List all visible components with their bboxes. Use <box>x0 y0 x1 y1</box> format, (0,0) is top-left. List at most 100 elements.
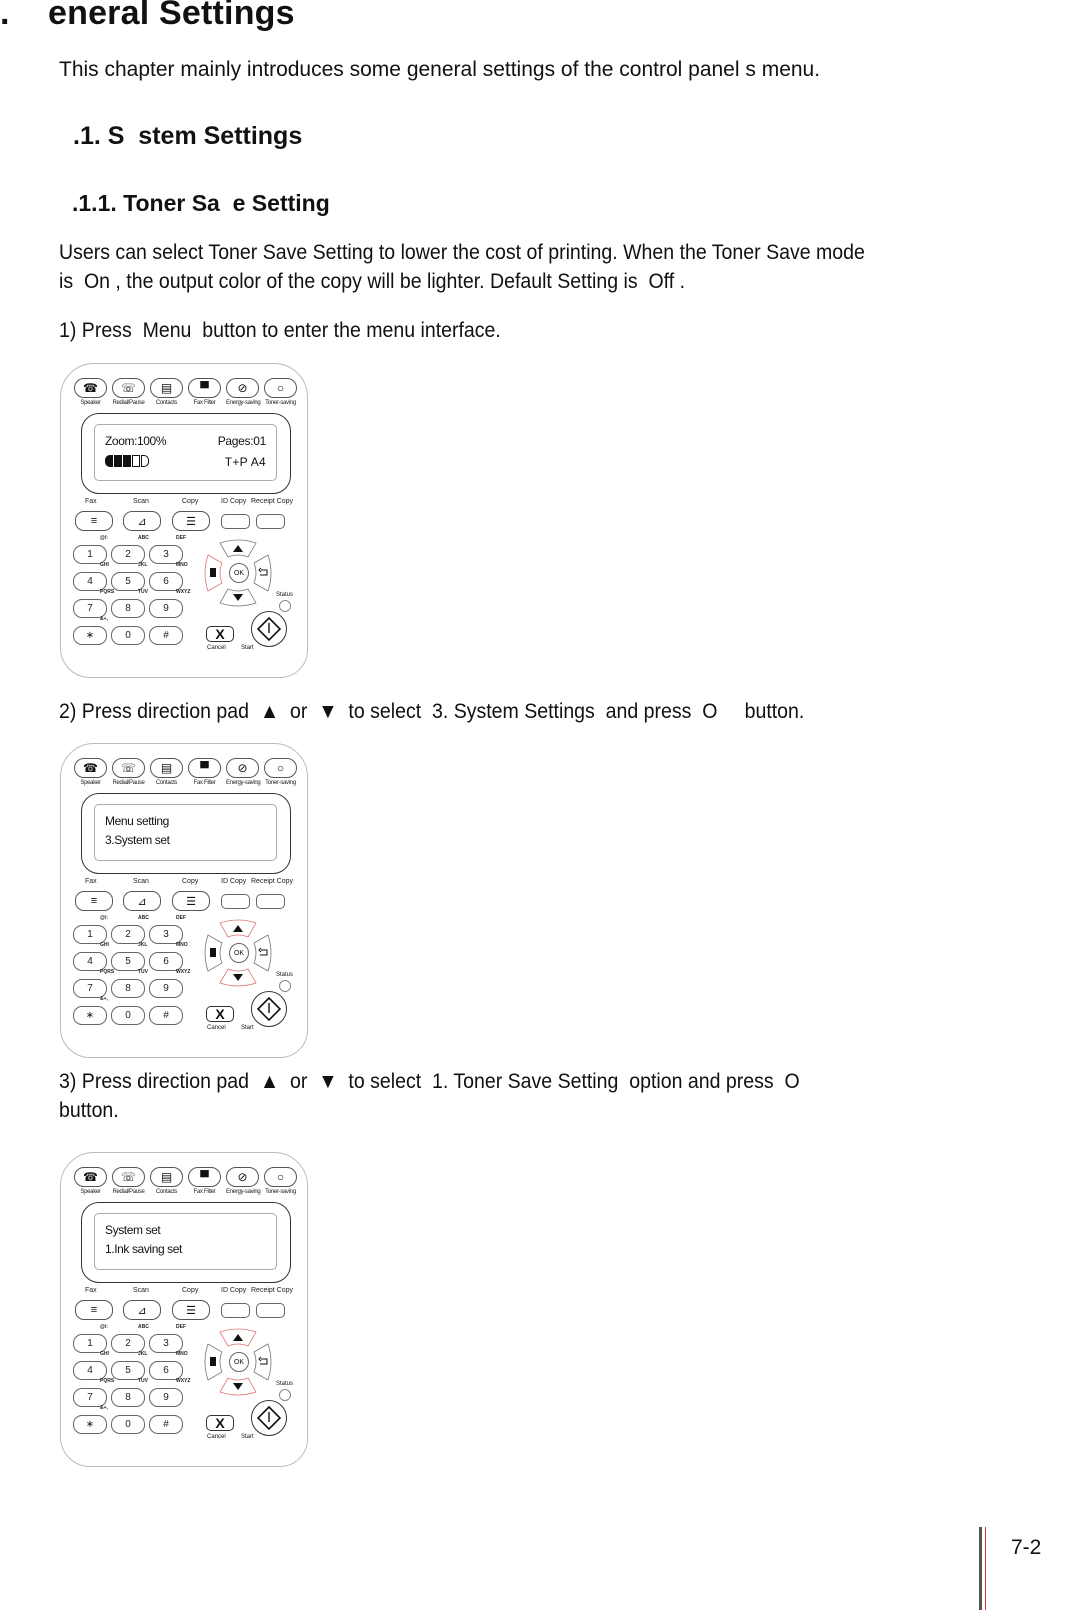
step-line: 2) Press direction pad ▲ or ▼ to select … <box>59 700 805 723</box>
chapter-title: eneral Settings <box>48 0 295 32</box>
start-label: Start <box>241 1025 254 1031</box>
menu-icon <box>210 1357 216 1366</box>
direction-pad: OK <box>204 539 272 607</box>
start-icon <box>256 996 282 1022</box>
mode-label: Scan <box>133 498 149 505</box>
top-button: ☎ Speaker <box>74 378 107 406</box>
step-line: button. <box>59 1099 119 1122</box>
cancel-icon: X <box>206 1415 234 1431</box>
top-button: ⊘ Energy-saving <box>226 758 261 786</box>
top-button-label: Speaker <box>80 400 101 406</box>
description-paragraph: Users can select Toner Save Setting to l… <box>59 238 865 296</box>
keypad-key: # <box>149 626 183 645</box>
key-letters: &+, <box>100 1405 108 1411</box>
step-line: 3) Press direction pad ▲ or ▼ to select … <box>59 1070 800 1093</box>
key-letters: TUV <box>138 969 148 975</box>
status-led <box>279 1389 291 1401</box>
top-button: ▀ Fax Filter <box>188 378 221 406</box>
step-3: 3) Press direction pad ▲ or ▼ to select … <box>59 1067 800 1125</box>
toner-segment <box>141 455 149 467</box>
toner-saving-icon: ○ <box>264 758 297 778</box>
toner-segment <box>132 455 140 467</box>
footer-divider <box>979 1527 982 1610</box>
lcd-line-2: 1.Ink saving set <box>105 1242 182 1256</box>
direction-pad: OK <box>204 919 272 987</box>
key-letters: &+, <box>100 616 108 622</box>
key-letters: DEF <box>176 915 186 921</box>
top-button: ○ Toner-saving <box>264 378 297 406</box>
top-button-row: ☎ Speaker ☏ Redial/Pause ▤ Contacts ▀ Fa… <box>74 378 297 406</box>
direction-pad: OK <box>204 1328 272 1396</box>
top-button-label: Energy-saving <box>226 780 261 786</box>
top-button: ⊘ Energy-saving <box>226 1167 261 1195</box>
keypad-key: 9 <box>149 599 183 618</box>
scan-icon: ⊿ <box>123 1300 161 1320</box>
key-letters: GHI <box>100 942 109 948</box>
ok-button: OK <box>229 563 249 583</box>
receipt-copy-label: Receipt Copy <box>251 1287 294 1294</box>
copy-icon: ☰ <box>172 1300 210 1320</box>
status-label: Status <box>276 1381 294 1387</box>
lcd-bezel: Menu setting 3.System set <box>81 793 291 874</box>
top-button-row: ☎ Speaker ☏ Redial/Pause ▤ Contacts ▀ Fa… <box>74 1167 297 1195</box>
keypad-key: ∗ <box>73 626 107 645</box>
keypad-key: 9 <box>149 1388 183 1407</box>
keypad-key: 8 <box>111 1388 145 1407</box>
toner-segment <box>123 455 131 467</box>
mode-label: Fax <box>85 498 97 505</box>
chapter-heading: . eneral Settings <box>0 0 295 33</box>
top-button-label: Toner-saving <box>265 780 296 786</box>
trash-icon: ▀ <box>188 378 221 398</box>
mode-label: Copy <box>182 878 199 885</box>
lcd-line-1: Menu setting <box>105 814 169 828</box>
keypad-key: 8 <box>111 599 145 618</box>
keypad-key: 9 <box>149 979 183 998</box>
start-icon <box>256 1405 282 1431</box>
key-letters: MNO <box>176 562 188 568</box>
lcd-right-2: T+P A4 <box>224 455 266 469</box>
receipt-copy-button <box>256 514 285 529</box>
key-letters: ABC <box>138 535 149 541</box>
lcd-screen: Menu setting 3.System set <box>94 804 277 861</box>
step-line: 1) Press Menu button to enter the menu i… <box>59 319 501 342</box>
footer-accent-line <box>985 1527 986 1610</box>
top-button: ▀ Fax Filter <box>188 1167 221 1195</box>
toner-level-indicator <box>105 455 149 467</box>
lcd-line-2: 3.System set <box>105 833 170 847</box>
key-letters: @/: <box>100 915 108 921</box>
top-button: ☏ Redial/Pause <box>112 1167 145 1195</box>
top-button-label: Speaker <box>80 1189 101 1195</box>
cancel-icon: X <box>206 626 234 642</box>
mode-label: Scan <box>133 1287 149 1294</box>
id-copy-button <box>221 894 250 909</box>
cancel-label: Cancel <box>207 645 226 651</box>
keypad-key: 8 <box>111 979 145 998</box>
key-letters: @/: <box>100 535 108 541</box>
redial-icon: ☏ <box>112 758 145 778</box>
top-button: ▤ Contacts <box>150 1167 183 1195</box>
energy-saving-icon: ⊘ <box>226 378 259 398</box>
control-panel-illustration: ☎ Speaker ☏ Redial/Pause ▤ Contacts ▀ Fa… <box>60 743 308 1058</box>
redial-icon: ☏ <box>112 1167 145 1187</box>
keypad-key: ∗ <box>73 1415 107 1434</box>
key-letters: ABC <box>138 1324 149 1330</box>
control-panel-illustration: ☎ Speaker ☏ Redial/Pause ▤ Contacts ▀ Fa… <box>60 1152 308 1467</box>
status-label: Status <box>276 592 294 598</box>
receipt-copy-button <box>256 894 285 909</box>
top-button-label: Toner-saving <box>265 1189 296 1195</box>
energy-saving-icon: ⊘ <box>226 758 259 778</box>
top-button-label: Contacts <box>155 780 178 786</box>
lcd-bezel: System set 1.Ink saving set <box>81 1202 291 1283</box>
fax-icon: ≡ <box>75 891 113 911</box>
key-letters: PQRS <box>100 589 115 595</box>
chapter-number: . <box>0 0 10 32</box>
keypad-key: 0 <box>111 626 145 645</box>
copy-icon: ☰ <box>172 511 210 531</box>
keypad-key: 0 <box>111 1006 145 1025</box>
start-button <box>251 991 287 1027</box>
top-button-label: Redial/Pause <box>112 780 145 786</box>
key-letters: TUV <box>138 1378 148 1384</box>
top-button: ▤ Contacts <box>150 758 183 786</box>
key-letters: WXYZ <box>176 589 191 595</box>
toner-saving-icon: ○ <box>264 1167 297 1187</box>
